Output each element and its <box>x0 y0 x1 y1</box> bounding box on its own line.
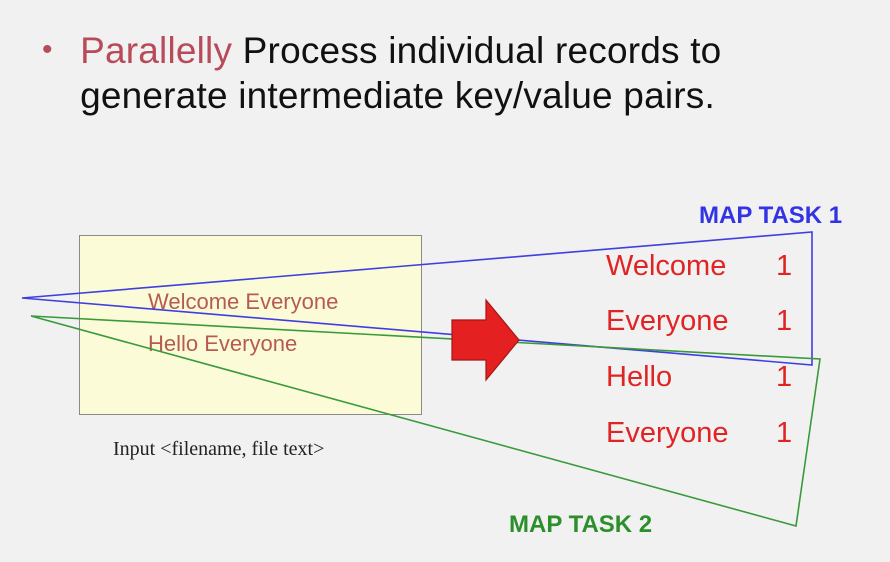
map-task-1-label: MAP TASK 1 <box>699 202 843 229</box>
output-value: 1 <box>776 417 793 449</box>
output-value: 1 <box>776 250 793 282</box>
output-key: Everyone <box>606 417 729 449</box>
output-key: Hello <box>606 361 673 393</box>
output-key: Welcome <box>606 250 727 282</box>
slide: • Parallelly Process individual records … <box>0 0 890 562</box>
map-task-2-label: MAP TASK 2 <box>509 511 653 538</box>
output-value: 1 <box>776 305 793 337</box>
output-value: 1 <box>776 361 793 393</box>
output-pair: Everyone 1 <box>606 305 796 341</box>
output-pair: Welcome 1 <box>606 250 796 286</box>
process-arrow-icon <box>451 298 520 382</box>
output-pair: Everyone 1 <box>606 417 796 453</box>
output-key: Everyone <box>606 305 729 337</box>
output-pair: Hello 1 <box>606 361 796 397</box>
